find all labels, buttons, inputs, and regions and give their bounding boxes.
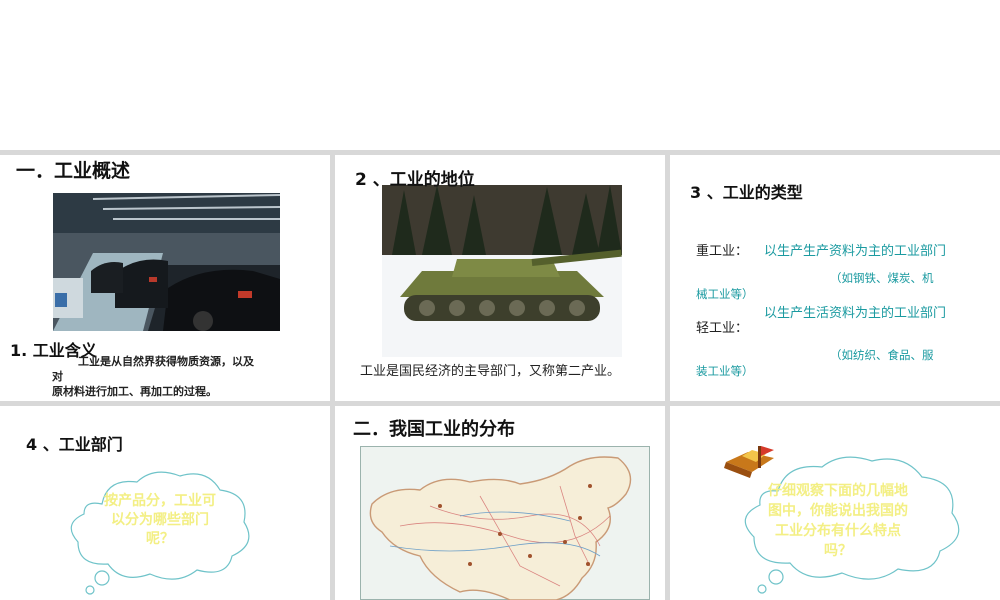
- body-text: 工业是国民经济的主导部门，又称第二产业。: [360, 364, 621, 379]
- cloud-question-text: 仔细观察下面的几幅地图中，你能说出我国的工业分布有什么特点吗？: [768, 483, 908, 559]
- definition-line: 工业是从自然界获得物质资源，以及: [78, 355, 254, 368]
- definition-line: 原材料进行加工、再加工的过程。: [52, 385, 217, 398]
- slide-thumbnail-6[interactable]: 仔细观察下面的几幅地图中，你能说出我国的工业分布有什么特点吗？: [670, 406, 1000, 600]
- top-blank-area: [0, 0, 1000, 150]
- slide-thumbnail-4[interactable]: 4 、工业部门 按产品分，工业可以分为哪些部门呢？: [0, 406, 330, 600]
- heavy-industry-definition: 以生产生产资料为主的工业部门: [764, 244, 947, 259]
- cloud-question-text: 按产品分，工业可以分为哪些部门呢？: [104, 493, 216, 547]
- slide-title: 3 、工业的类型: [690, 183, 803, 202]
- light-industry-examples: （如纺织、食品、服: [830, 348, 934, 362]
- slide-thumbnail-3[interactable]: 3 、工业的类型 重工业： 以生产生产资料为主的工业部门 （如钢铁、煤炭、机 械…: [670, 155, 1000, 401]
- banner-icon: [724, 446, 774, 478]
- slide-title: 一．工业概述: [16, 160, 131, 182]
- china-map-image: [360, 446, 650, 600]
- tank-photo: [382, 185, 622, 357]
- slide-title: 二．我国工业的分布: [353, 419, 515, 440]
- light-industry-examples: 装工业等）: [696, 364, 754, 378]
- heavy-industry-label: 重工业：: [696, 244, 749, 259]
- car-factory-photo: [53, 193, 280, 331]
- slide-thumbnail-1[interactable]: 一．工业概述 1. 工业含义 工业是从自然界获得物质资源，以及 对 原材料进行加…: [0, 155, 330, 401]
- light-industry-definition: 以生产生活资料为主的工业部门: [764, 306, 947, 321]
- slide-thumbnail-5[interactable]: 二．我国工业的分布: [335, 406, 665, 600]
- slide-thumbnail-2[interactable]: 2 、工业的地位 工业是国民经济的主导部门，又称第二产业。: [335, 155, 665, 401]
- slide-title: 4 、工业部门: [26, 435, 123, 454]
- heavy-industry-examples: （如钢铁、煤炭、机: [830, 271, 934, 285]
- light-industry-label: 轻工业：: [696, 321, 749, 336]
- heavy-industry-examples: 械工业等）: [696, 287, 754, 301]
- slide-title: 2 、工业的地位: [355, 170, 475, 190]
- definition-line: 对: [52, 370, 63, 383]
